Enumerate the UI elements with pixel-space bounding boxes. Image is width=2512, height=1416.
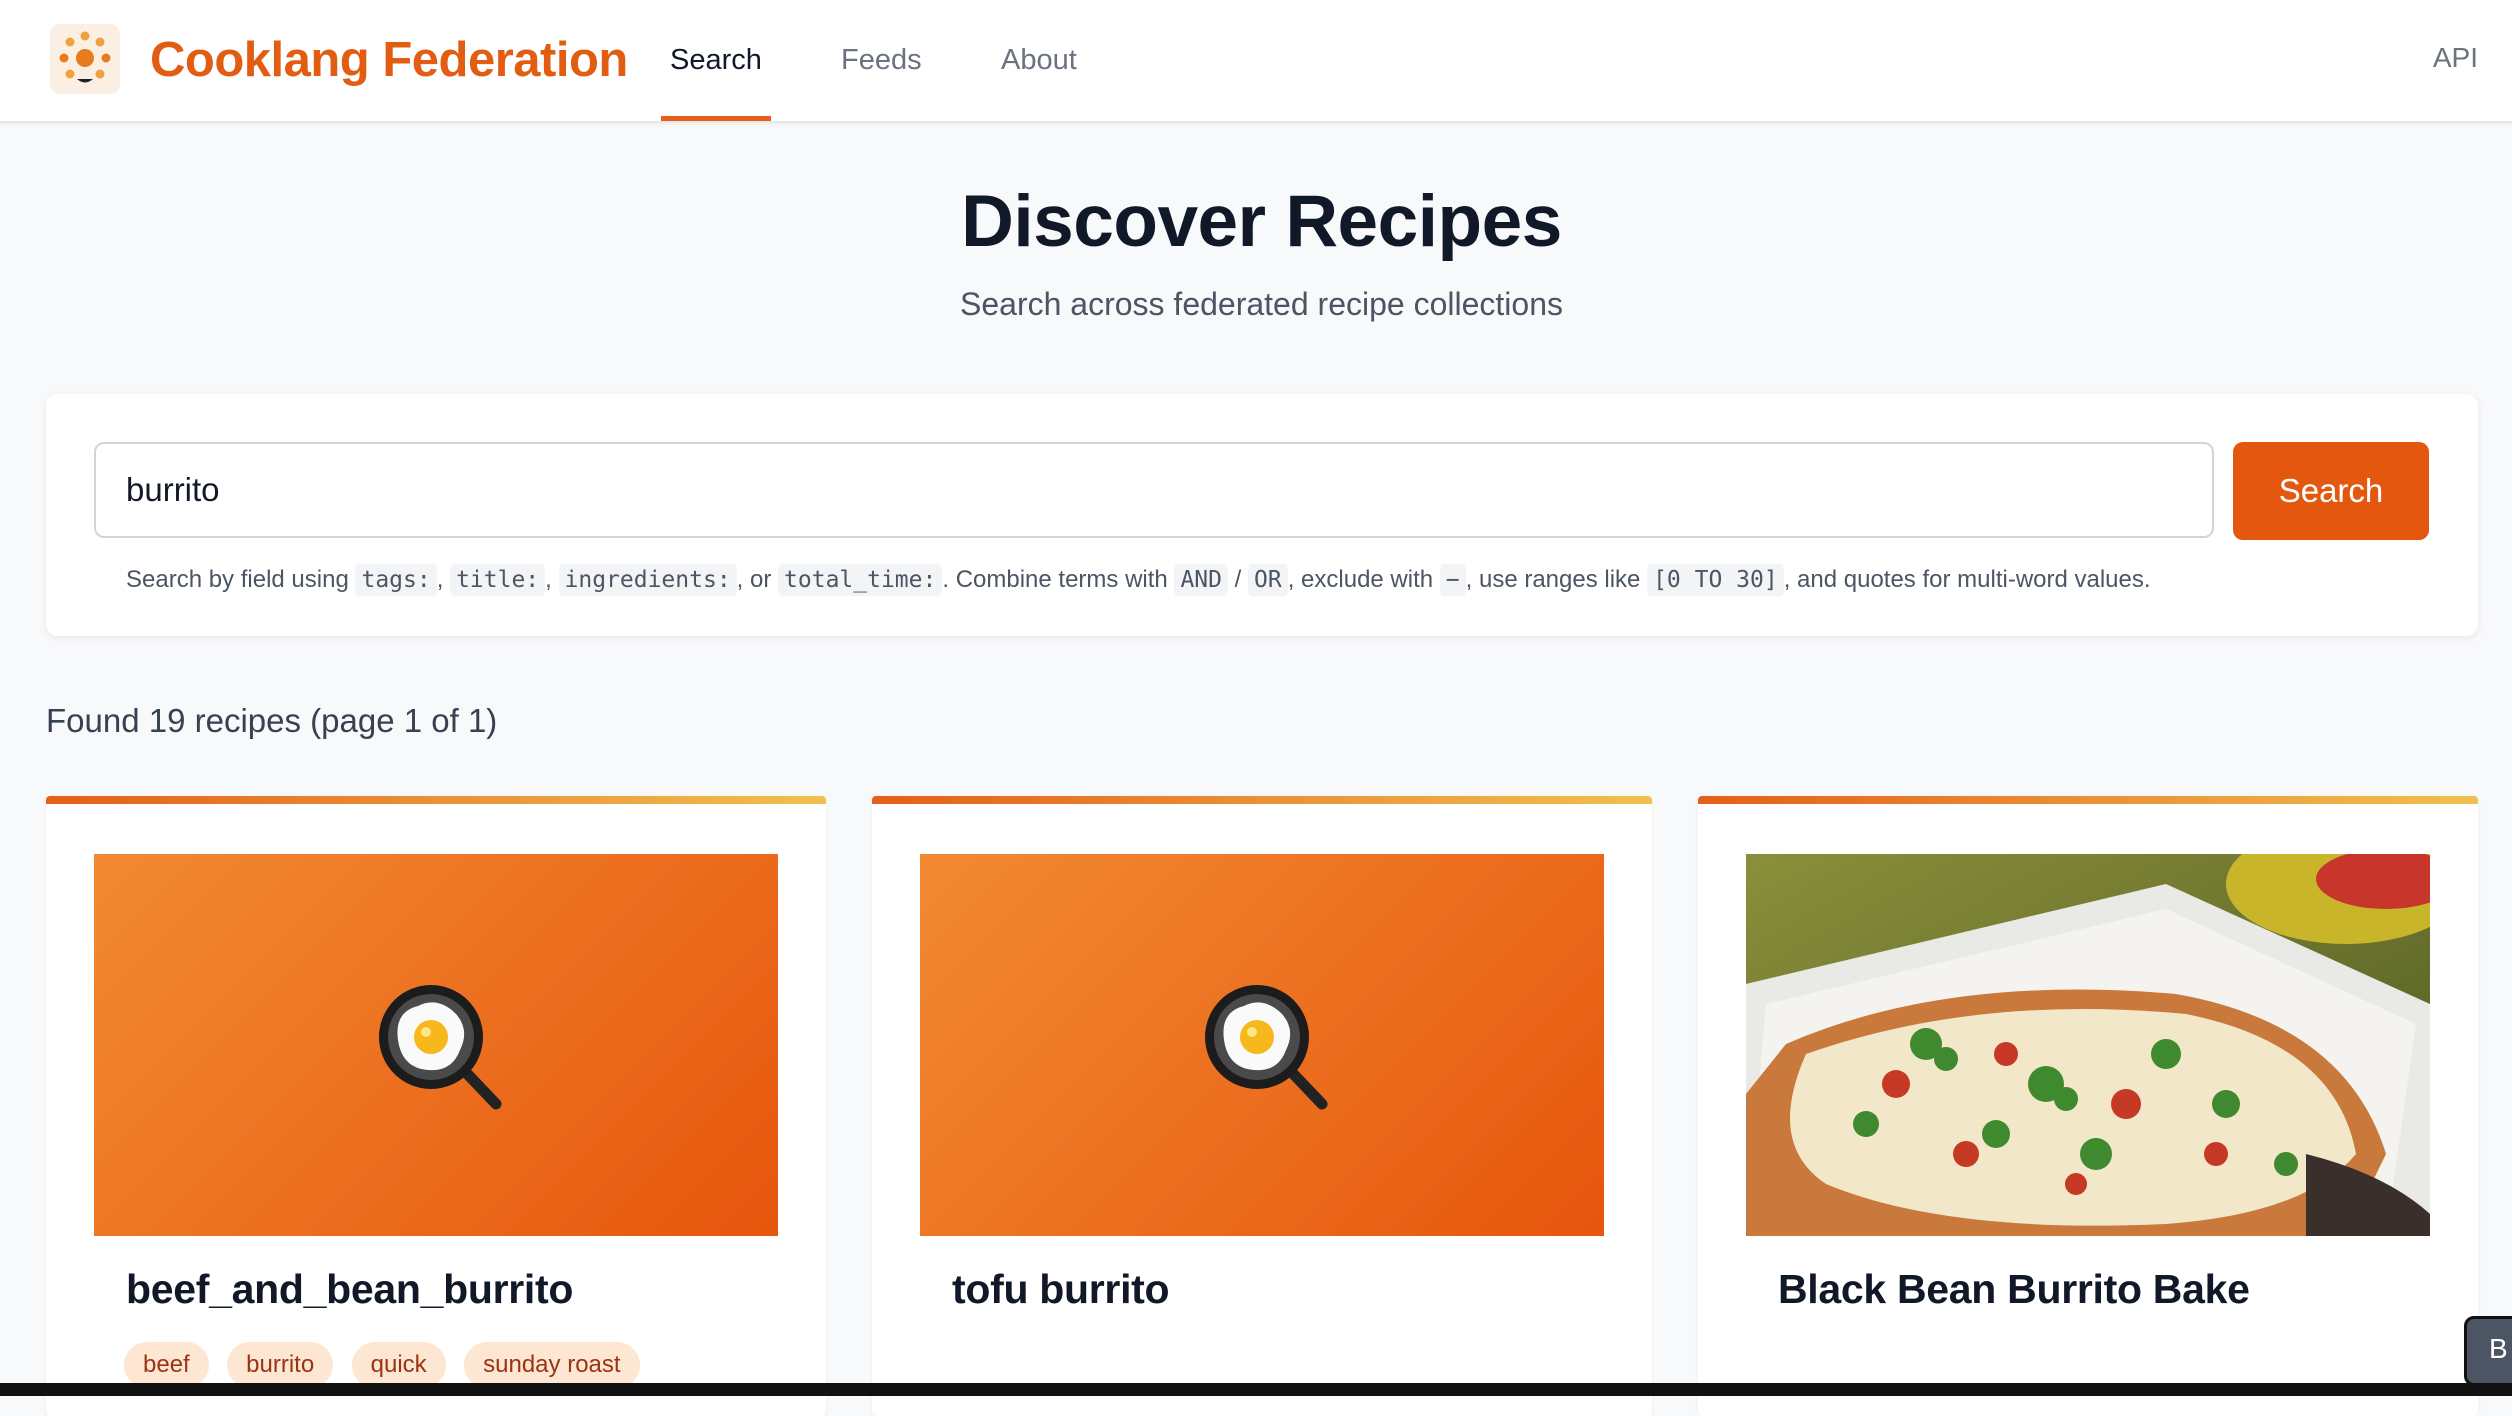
hint-code: [0 TO 30] <box>1647 564 1784 596</box>
recipe-card[interactable]: tofu burrito <box>872 796 1652 1416</box>
card-accent-bar <box>1698 796 2478 804</box>
hint-code: ingredients: <box>558 564 737 596</box>
hint-code: title: <box>450 564 546 596</box>
hint-text: , exclude with <box>1287 566 1434 593</box>
search-button[interactable]: Search <box>2233 442 2429 540</box>
tag-burrito[interactable]: burrito <box>227 1342 334 1388</box>
page-title: Discover Recipes <box>961 181 1562 262</box>
hint-text: , <box>545 566 552 593</box>
card-accent-bar <box>46 796 826 804</box>
burrito-bake-photo-icon <box>1746 854 2430 1236</box>
frying-pan-icon <box>1205 985 1328 1110</box>
hint-text: , <box>436 566 444 593</box>
recipe-card[interactable]: Black Bean Burrito Bake <box>1698 796 2478 1416</box>
nav-api[interactable]: API <box>2433 0 2478 121</box>
recipe-image-placeholder[interactable] <box>920 854 1604 1236</box>
nav-about[interactable]: About <box>1001 0 1077 121</box>
tag-beef[interactable]: beef <box>124 1342 209 1388</box>
card-accent-bar <box>872 796 1652 804</box>
hint-text: / <box>1234 566 1242 593</box>
bottom-edge <box>0 1383 2512 1396</box>
floating-widget-button[interactable]: B <box>2464 1316 2512 1386</box>
nav-feeds[interactable]: Feeds <box>841 0 922 121</box>
frying-pan-icon <box>379 985 502 1110</box>
nav-active-indicator <box>661 116 771 121</box>
hint-code: total_time: <box>778 564 943 596</box>
recipe-image-placeholder[interactable] <box>94 854 778 1236</box>
recipe-card[interactable]: beef_and_bean_burrito beef burrito quick… <box>46 796 826 1416</box>
hint-text: , or <box>736 566 772 593</box>
logo-icon[interactable] <box>50 24 120 94</box>
search-help-text: Search by field using tags:, title:, ing… <box>126 556 2151 604</box>
results-count: Found 19 recipes (page 1 of 1) <box>46 702 498 739</box>
recipe-tags: beef burrito quick sunday roast <box>124 1342 654 1388</box>
top-navbar: Cooklang Federation Search Feeds About A… <box>0 0 2512 123</box>
recipe-title[interactable]: tofu burrito <box>952 1266 1170 1313</box>
recipe-title[interactable]: beef_and_bean_burrito <box>126 1266 573 1313</box>
nav-search[interactable]: Search <box>670 0 762 121</box>
search-panel: Search Search by field using tags:, titl… <box>46 394 2478 636</box>
recipe-photo[interactable] <box>1746 854 2430 1236</box>
hint-text: , use ranges like <box>1465 566 1641 593</box>
tag-sunday-roast[interactable]: sunday roast <box>464 1342 640 1388</box>
recipe-title[interactable]: Black Bean Burrito Bake <box>1778 1266 2250 1313</box>
hint-text: Search by field using <box>126 566 349 593</box>
hint-code: − <box>1439 564 1466 596</box>
brand-title[interactable]: Cooklang Federation <box>150 28 628 92</box>
hint-code: tags: <box>355 564 437 596</box>
hint-code: OR <box>1248 564 1288 596</box>
hint-text: . Combine terms with <box>942 566 1168 593</box>
tag-quick[interactable]: quick <box>351 1342 446 1388</box>
page-subtitle: Search across federated recipe collectio… <box>960 286 1563 322</box>
hint-text: , and quotes for multi-word values. <box>1783 566 2151 593</box>
hint-code: AND <box>1174 564 1228 596</box>
search-input[interactable] <box>94 442 2214 538</box>
